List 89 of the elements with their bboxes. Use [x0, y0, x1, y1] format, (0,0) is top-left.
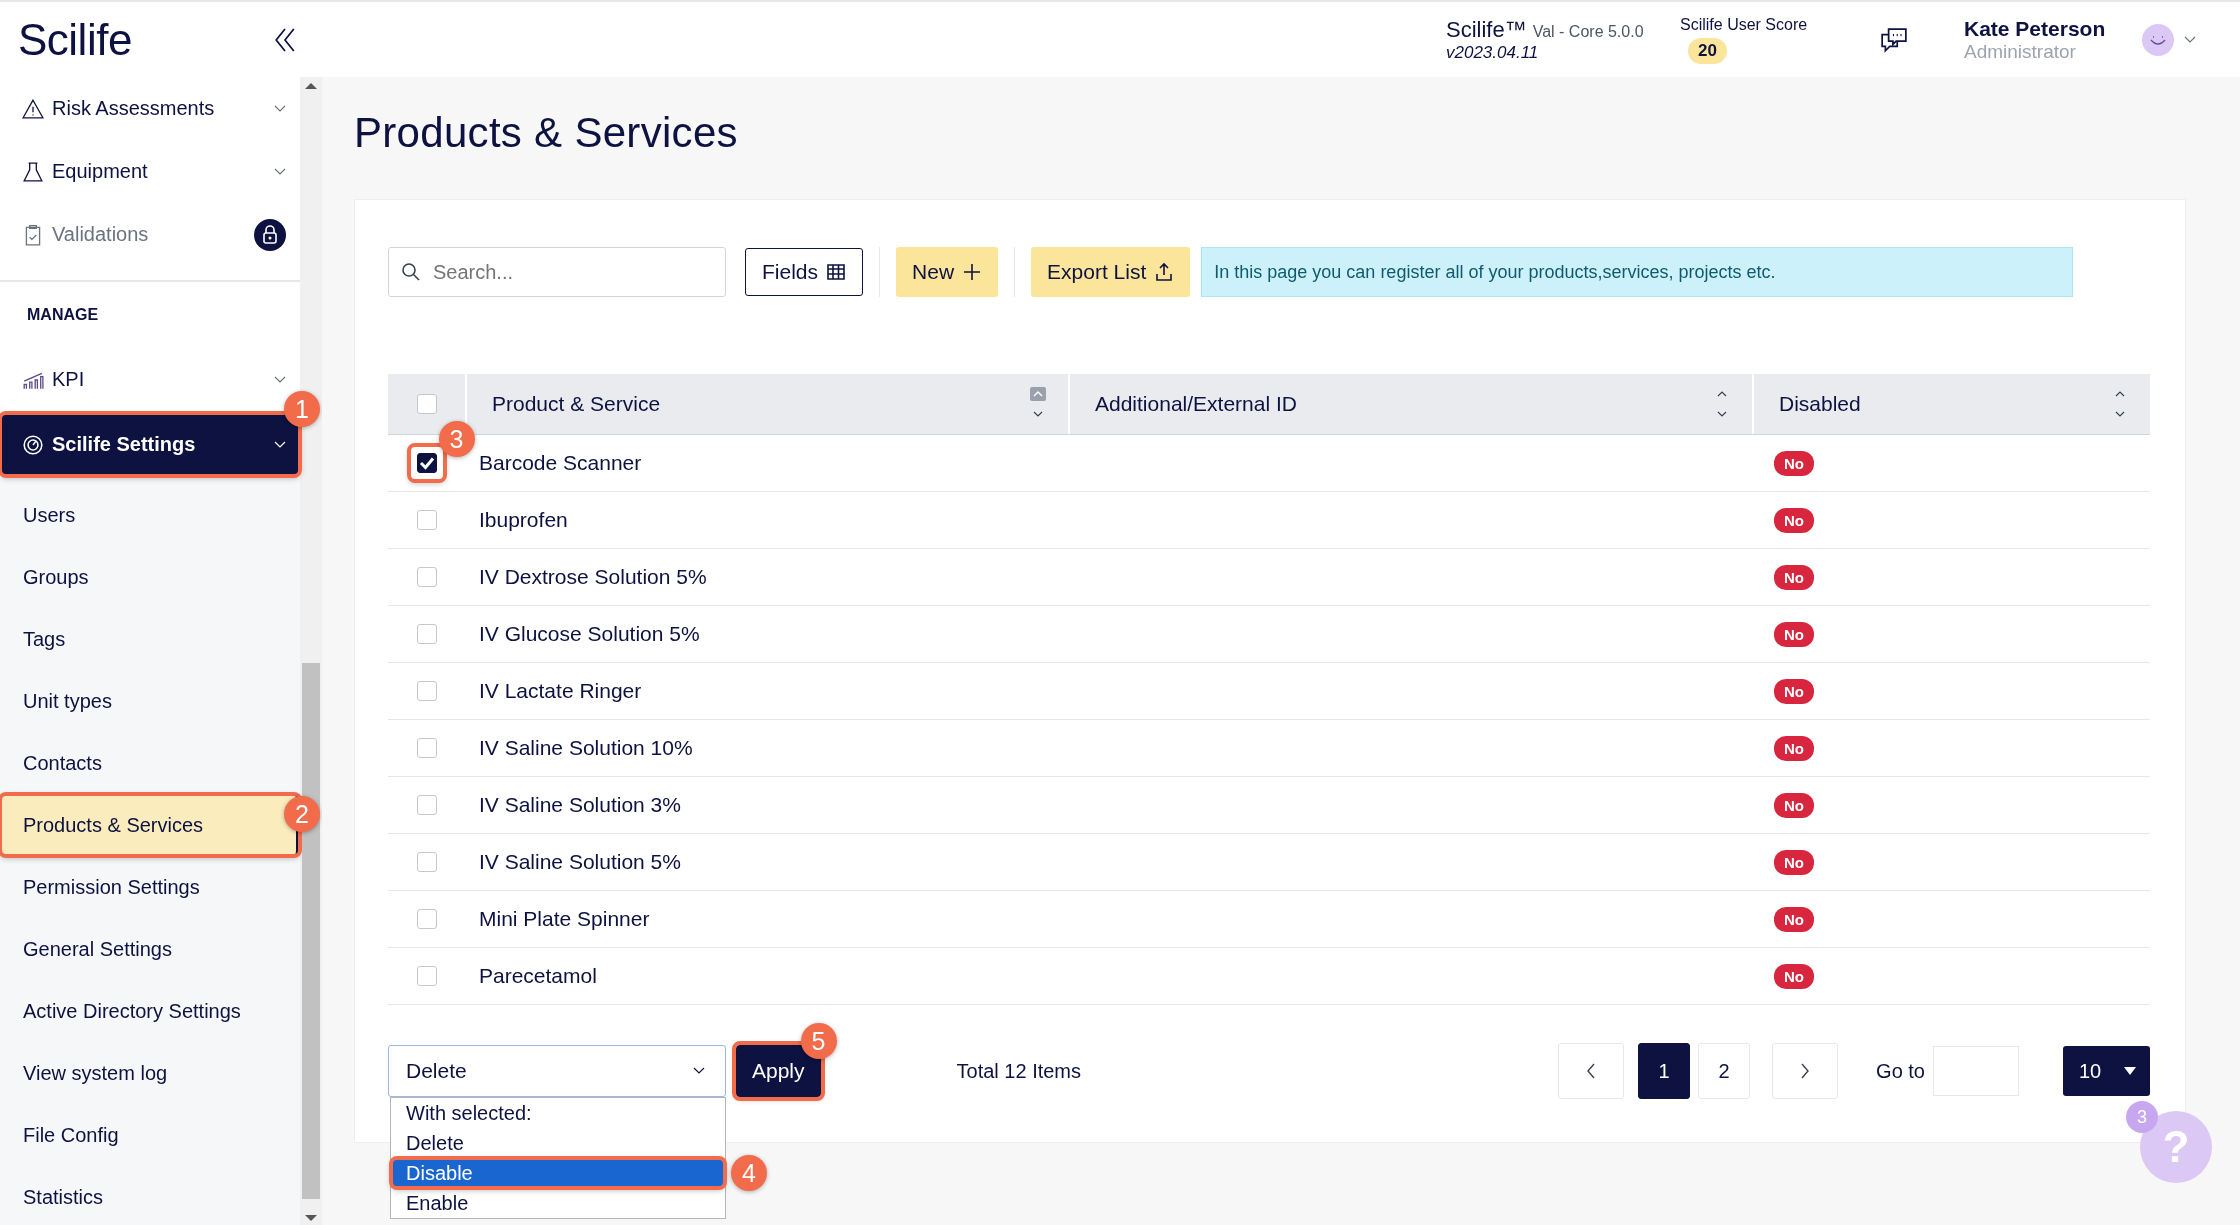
logo: Scilife — [18, 14, 132, 65]
chevron-down-icon — [274, 440, 286, 449]
status-badge: No — [1774, 450, 1814, 476]
page-number-field[interactable] — [1933, 1046, 2019, 1096]
chevron-left-icon — [1586, 1063, 1597, 1079]
caret-icon — [2124, 1067, 2136, 1075]
sidebar-item[interactable]: Unit types — [0, 670, 300, 732]
status-badge: No — [1774, 963, 1814, 989]
chevron-down-icon — [274, 375, 286, 384]
column-header[interactable]: Additional/External ID — [1095, 392, 1297, 416]
step-number-badge: 5 — [800, 1023, 837, 1059]
page-button[interactable]: 2 — [1698, 1043, 1751, 1099]
next-page-button[interactable] — [1772, 1043, 1839, 1099]
row-checkbox[interactable] — [416, 453, 437, 473]
status-badge: No — [1774, 849, 1814, 875]
info-banner: In this page you can register all of your products,services, projects etc. — [1201, 247, 2074, 297]
table-cell: Mini Plate Spinner — [479, 907, 650, 931]
dropdown-option[interactable]: Delete — [391, 1128, 725, 1158]
section-title: MANAGE — [26, 305, 100, 325]
status-badge: No — [1774, 735, 1814, 761]
bulk-action-select[interactable]: Delete — [388, 1045, 726, 1097]
user-role: Administrator — [1964, 40, 2077, 63]
column-header[interactable]: Disabled — [1779, 392, 1861, 416]
sidebar-item[interactable]: Validations — [0, 203, 300, 266]
sidebar-item[interactable]: Risk Assessments — [0, 77, 300, 140]
page-title: Products & Services — [354, 109, 739, 157]
table-cell: IV Lactate Ringer — [479, 679, 642, 703]
lock-icon — [254, 218, 286, 251]
status-badge: No — [1774, 678, 1814, 704]
select-all-checkbox[interactable] — [416, 394, 437, 414]
previous-page-button[interactable] — [1558, 1043, 1625, 1099]
score-badge: 20 — [1688, 37, 1727, 64]
sidebar-item[interactable]: Equipment — [0, 140, 300, 203]
step-number-badge: 4 — [731, 1155, 767, 1191]
sidebar-item[interactable]: Active Directory Settings — [0, 980, 300, 1042]
warning-icon — [22, 97, 44, 120]
chevron-down-icon — [693, 1067, 705, 1075]
page-button[interactable]: 1 — [1638, 1043, 1691, 1099]
user-name: Kate Peterson — [1964, 16, 2107, 41]
sidebar-item[interactable]: Permission Settings — [0, 856, 300, 918]
target-icon — [22, 433, 44, 456]
collapse-icon[interactable] — [274, 26, 296, 53]
sidebar-item[interactable]: General Settings — [0, 918, 300, 980]
flask-icon — [22, 160, 44, 183]
page-size-select[interactable]: 10 — [2063, 1046, 2150, 1096]
toolbar-button[interactable]: New — [896, 247, 999, 297]
column-header[interactable]: Product & Service — [492, 392, 661, 416]
sidebar-item[interactable]: Tags — [0, 608, 300, 670]
search-field[interactable]: Search... — [388, 247, 726, 297]
total-items-label: Total 12 Items — [956, 1059, 1082, 1083]
table-cell: Parecetamol — [479, 964, 597, 988]
search-icon — [401, 262, 421, 282]
status-badge: No — [1774, 507, 1814, 533]
sidebar-item[interactable]: Contacts — [0, 732, 300, 794]
table-cell: IV Saline Solution 3% — [479, 793, 681, 817]
status-badge: No — [1774, 621, 1814, 647]
version-label: v2023.04.11 — [1446, 42, 1540, 63]
plus-icon — [962, 262, 983, 282]
edition-label: Val - Core 5.0.0 — [1532, 22, 1644, 40]
table-icon — [826, 262, 847, 282]
chat-icon[interactable] — [1880, 26, 1908, 53]
toolbar-button[interactable]: Fields — [745, 248, 864, 296]
sidebar-item[interactable]: View system log — [0, 1042, 300, 1104]
table-cell: IV Glucose Solution 5% — [479, 622, 700, 646]
table-cell: Barcode Scanner — [479, 451, 642, 475]
score-label: Scilife User Score — [1680, 15, 1808, 34]
status-badge: No — [1774, 792, 1814, 818]
table-cell: IV Saline Solution 10% — [479, 736, 693, 760]
status-badge: No — [1774, 906, 1814, 932]
dropdown-option[interactable]: Disable — [391, 1158, 725, 1188]
chevron-down-icon — [274, 167, 286, 176]
avatar-icon[interactable] — [2142, 23, 2174, 56]
chevron-down-icon — [274, 104, 286, 113]
sidebar-item[interactable]: Groups — [0, 546, 300, 608]
sidebar-item[interactable]: Users — [0, 484, 300, 546]
toolbar-button[interactable]: Export List — [1031, 247, 1191, 297]
status-badge: No — [1774, 564, 1814, 590]
sidebar-item[interactable]: File Config — [0, 1104, 300, 1166]
go-to-label: Go to — [1876, 1059, 1925, 1083]
dropdown-option[interactable]: Enable — [391, 1188, 725, 1218]
table-cell: Ibuprofen — [479, 508, 568, 532]
table-cell: IV Saline Solution 5% — [479, 850, 681, 874]
chevron-right-icon — [1800, 1063, 1811, 1079]
dropdown-option[interactable]: With selected: — [391, 1098, 725, 1128]
product-name: Scilife™ — [1446, 16, 1527, 42]
chevron-down-icon — [2184, 35, 2196, 44]
table-cell: IV Dextrose Solution 5% — [479, 565, 707, 589]
upload-icon — [1154, 262, 1175, 282]
sidebar-item[interactable]: Statistics — [0, 1166, 300, 1225]
